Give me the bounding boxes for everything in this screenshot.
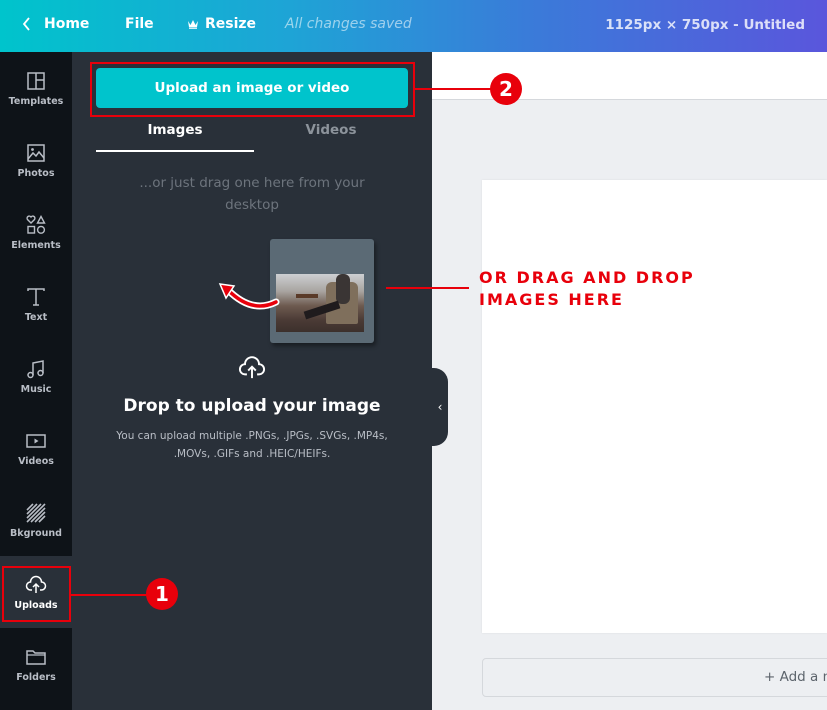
sidebar-item-music[interactable]: Music [0, 340, 72, 412]
sidebar-item-elements[interactable]: Elements [0, 196, 72, 268]
save-status: All changes saved [285, 16, 412, 32]
sidebar-item-label: Templates [8, 95, 64, 107]
drop-subtitle: You can upload multiple .PNGs, .JPGs, .S… [116, 430, 388, 460]
text-icon [27, 287, 45, 306]
sidebar-item-label: Elements [11, 239, 61, 251]
sidebar-item-folders[interactable]: Folders [0, 628, 72, 700]
annotation-box-uploads [2, 566, 71, 622]
chevron-left-icon: ‹ [437, 400, 443, 414]
music-icon [27, 359, 44, 378]
callout-line-1: OR DRAG AND DROP [479, 268, 695, 287]
tab-images[interactable]: Images [96, 122, 254, 138]
add-page-button[interactable]: + Add a new page [482, 658, 827, 697]
videos-icon [26, 433, 46, 448]
curved-arrow-icon [218, 283, 280, 310]
sidebar-item-templates[interactable]: Templates [0, 52, 72, 124]
design-canvas[interactable] [482, 180, 827, 633]
annotation-callout: OR DRAG AND DROP IMAGES HERE [479, 267, 695, 311]
file-menu[interactable]: File [125, 16, 154, 32]
annotation-line [386, 287, 469, 289]
crown-icon [188, 20, 198, 29]
sidebar-item-label: Videos [18, 455, 54, 467]
annotation-box-upload-button [90, 62, 415, 117]
drag-hint: ...or just drag one here from your deskt… [139, 175, 365, 213]
uploads-panel: Upload an image or video Images Videos .… [72, 52, 432, 710]
home-label: Home [44, 16, 90, 32]
sidebar-item-label: Folders [16, 671, 56, 683]
preview-photo [276, 274, 364, 332]
sidebar-item-text[interactable]: Text [0, 268, 72, 340]
annotation-line [415, 88, 495, 90]
drop-title: Drop to upload your image [123, 396, 381, 416]
sidebar-item-photos[interactable]: Photos [0, 124, 72, 196]
document-title[interactable]: 1125px × 750px - Untitled [605, 17, 805, 33]
home-button[interactable]: Home [22, 16, 89, 32]
chevron-left-icon [22, 17, 30, 31]
resize-button[interactable]: Resize [187, 16, 256, 32]
top-bar: Home File Resize All changes saved 1125p… [0, 0, 827, 52]
photo-detail [336, 274, 350, 304]
photos-icon [27, 143, 45, 162]
background-icon [26, 502, 46, 523]
sidebar-item-label: Photos [17, 167, 55, 179]
annotation-badge-1: 1 [146, 578, 178, 610]
elements-icon [26, 214, 46, 234]
sidebar-item-label: Music [20, 383, 52, 395]
add-page-label: + Add a new page [764, 669, 827, 685]
photo-detail [296, 294, 318, 298]
sidebar-item-background[interactable]: Bkground [0, 484, 72, 556]
templates-icon [27, 71, 45, 90]
drag-preview-thumbnail [270, 239, 374, 343]
file-label: File [125, 16, 154, 32]
collapse-panel-button[interactable]: ‹ [432, 368, 448, 446]
active-tab-indicator [96, 150, 254, 152]
annotation-line [71, 594, 151, 596]
callout-line-2: IMAGES HERE [479, 290, 624, 309]
sidebar-item-label: Text [24, 311, 48, 323]
folder-icon [26, 649, 46, 665]
sidebar-item-label: Bkground [10, 527, 62, 539]
tab-videos[interactable]: Videos [252, 122, 410, 138]
upload-cloud-icon [239, 356, 265, 379]
annotation-badge-2: 2 [490, 73, 522, 105]
resize-label: Resize [205, 16, 257, 32]
sidebar-item-videos[interactable]: Videos [0, 412, 72, 484]
